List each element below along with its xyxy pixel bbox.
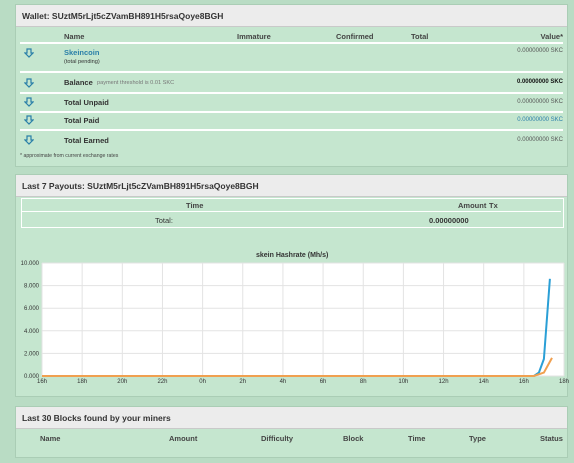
divider [20, 92, 563, 94]
footnote: * approximate from current exchange rate… [20, 153, 119, 159]
x-tick-label: 4h [280, 379, 287, 385]
x-tick-label: 6h [320, 379, 327, 385]
balance-note: payment threshold is 0.01 SKC [97, 80, 175, 86]
blocks-title: Last 30 Blocks found by your miners [16, 407, 567, 429]
unpaid-label: Total Unpaid [64, 98, 109, 107]
col-total: Total [411, 32, 429, 41]
x-tick-label: 16h [37, 379, 47, 385]
col-block: Block [343, 434, 364, 443]
paid-label: Total Paid [64, 116, 100, 125]
x-tick-label: 20h [117, 379, 127, 385]
col-status: Status [540, 434, 563, 443]
x-tick-label: 10h [398, 379, 408, 385]
col-confirmed: Confirmed [336, 32, 374, 41]
x-tick-label: 18h [77, 379, 87, 385]
col-type: Type [469, 434, 486, 443]
y-tick-label: 2.000 [24, 351, 40, 357]
paid-icon [24, 115, 34, 125]
wallet-panel: Wallet: SUztM5rLjt5cZVamBH891H5rsaQoye8B… [15, 4, 568, 167]
earned-icon [24, 135, 34, 145]
unpaid-value: 0.00000000 SKC [517, 99, 563, 105]
y-tick-label: 6.000 [24, 306, 40, 312]
earned-value: 0.00000000 SKC [517, 137, 563, 143]
col-name: Name [64, 32, 85, 41]
x-tick-label: 22h [157, 379, 167, 385]
balance-label: Balance [64, 78, 93, 87]
divider [20, 71, 563, 73]
hashrate-chart: 0.0002.0004.0006.0008.00010.00016h 18h 20h… [21, 261, 569, 385]
col-amount: Amount [458, 201, 487, 210]
coin-link[interactable]: Skeincoin [64, 48, 99, 57]
x-tick-label: 8h [360, 379, 367, 385]
balance-value: 0.00000000 SKC [516, 79, 563, 85]
x-tick-label: 0h [199, 379, 206, 385]
col-value: Value* [540, 32, 563, 41]
divider [20, 129, 563, 131]
plot-area [42, 263, 564, 376]
col-tx: Tx [489, 201, 498, 210]
total-label: Total: [155, 216, 173, 225]
y-tick-label: 10.000 [21, 261, 40, 267]
divider [22, 211, 561, 212]
col-time: Time [408, 434, 426, 443]
y-tick-label: 4.000 [24, 329, 40, 335]
unpaid-icon [24, 97, 34, 107]
payouts-title: Last 7 Payouts: SUztM5rLjt5cZVamBH891H5r… [16, 175, 567, 197]
coin-icon [24, 48, 34, 58]
divider [20, 42, 563, 44]
x-tick-label: 14h [479, 379, 489, 385]
wallet-title: Wallet: SUztM5rLjt5cZVamBH891H5rsaQoye8B… [16, 5, 567, 27]
x-tick-label: 18h [559, 379, 569, 385]
coin-value: 0.00000000 SKC [517, 48, 563, 54]
earned-label: Total Earned [64, 136, 109, 145]
x-tick-label: 16h [519, 379, 529, 385]
blocks-panel: Last 30 Blocks found by your miners Name… [15, 406, 568, 458]
col-time: Time [186, 201, 204, 210]
col-name: Name [40, 434, 61, 443]
divider [20, 111, 563, 113]
col-difficulty: Difficulty [261, 434, 294, 443]
paid-value[interactable]: 0.00000000 SKC [517, 117, 563, 123]
payouts-panel: Last 7 Payouts: SUztM5rLjt5cZVamBH891H5r… [15, 174, 569, 397]
coin-note: (total pending) [64, 59, 100, 65]
col-amount: Amount [169, 434, 198, 443]
total-value: 0.00000000 [429, 216, 469, 225]
col-immature: Immature [237, 32, 271, 41]
x-tick-label: 2h [239, 379, 246, 385]
x-tick-label: 12h [439, 379, 449, 385]
y-tick-label: 8.000 [24, 284, 40, 290]
balance-icon [24, 78, 34, 88]
